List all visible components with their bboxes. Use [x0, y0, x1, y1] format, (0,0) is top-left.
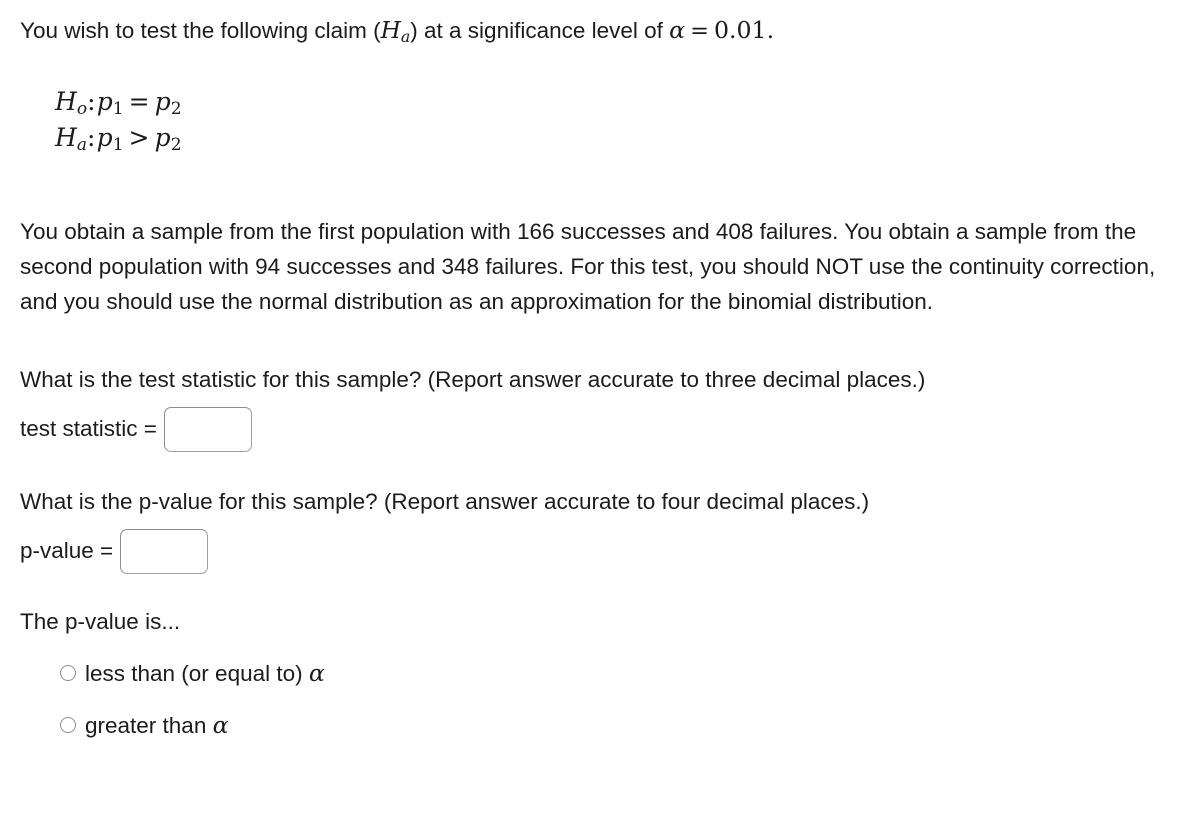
test-statistic-input[interactable]	[163, 406, 252, 452]
alternative-hypothesis: Ha:p1 > p2	[55, 123, 182, 156]
null-hypothesis-row: Ho:p1 = p2	[55, 84, 182, 120]
alpha-symbol-option-2: α	[212, 710, 229, 739]
null-hypothesis-subscript: o	[76, 99, 88, 120]
alt-right-subscript: 2	[170, 135, 182, 156]
alt-left-subscript: 1	[112, 135, 124, 156]
alt-hypothesis-subscript: a	[76, 135, 88, 156]
test-statistic-answer-row: test statistic =	[20, 406, 925, 452]
p-value-question: What is the p-value for this sample? (Re…	[20, 486, 869, 574]
radio-circle-icon[interactable]	[60, 717, 76, 733]
p-value-input[interactable]	[120, 528, 209, 574]
p-value-answer-row: p-value =	[20, 528, 869, 574]
p-value-label: p-value =	[20, 538, 114, 563]
null-left-subscript: 1	[112, 99, 124, 120]
p-value-comparison-heading: The p-value is...	[20, 609, 181, 634]
null-hypothesis-colon: :	[87, 87, 96, 116]
p-value-comparison-section: The p-value is... less than (or equal to…	[20, 606, 325, 760]
radio-option-less-than-alpha[interactable]: less than (or equal to) α	[60, 656, 325, 690]
alt-left-p: p	[96, 123, 113, 152]
radio-text-greater-than: greater than	[85, 712, 213, 738]
alt-operator: >	[128, 123, 150, 152]
claim-symbol-subscript: a	[400, 26, 411, 46]
question-page: You wish to test the following claim (Ha…	[0, 0, 1200, 814]
intro-period: .	[766, 16, 775, 44]
equals-operator: =	[690, 18, 709, 44]
null-right-p: p	[154, 87, 171, 116]
null-hypothesis-letter: H	[55, 87, 77, 116]
claim-intro-line: You wish to test the following claim (Ha…	[20, 14, 774, 53]
claim-hypothesis-symbol: Ha	[380, 17, 411, 46]
problem-description-paragraph: You obtain a sample from the first popul…	[20, 218, 1156, 314]
radio-text-less-than: less than (or equal to)	[85, 660, 309, 686]
alternative-hypothesis-row: Ha:p1 > p2	[55, 120, 182, 156]
alt-hypothesis-letter: H	[55, 123, 77, 152]
radio-label-less-than-alpha: less than (or equal to) α	[85, 657, 325, 690]
alt-hypothesis-colon: :	[87, 123, 96, 152]
intro-text-before: You wish to test the following claim (	[20, 18, 381, 43]
alt-right-p: p	[154, 123, 171, 152]
claim-symbol-letter: H	[380, 17, 401, 44]
test-statistic-question: What is the test statistic for this samp…	[20, 364, 925, 452]
null-hypothesis: Ho:p1 = p2	[55, 87, 182, 120]
test-statistic-prompt: What is the test statistic for this samp…	[20, 367, 926, 392]
intro-text-after: ) at a significance level of	[410, 18, 670, 43]
p-value-prompt: What is the p-value for this sample? (Re…	[20, 489, 870, 514]
radio-circle-icon[interactable]	[60, 665, 76, 681]
null-operator: =	[128, 87, 150, 116]
null-left-p: p	[96, 87, 113, 116]
alpha-value: 0.01	[713, 16, 767, 44]
hypotheses-block: Ho:p1 = p2 Ha:p1 > p2	[55, 84, 182, 156]
alpha-symbol-option-1: α	[308, 658, 325, 687]
alpha-symbol: α	[669, 16, 686, 44]
test-statistic-label: test statistic =	[20, 416, 157, 441]
radio-label-greater-than-alpha: greater than α	[85, 709, 229, 742]
radio-option-greater-than-alpha[interactable]: greater than α	[60, 708, 325, 742]
null-right-subscript: 2	[170, 99, 182, 120]
